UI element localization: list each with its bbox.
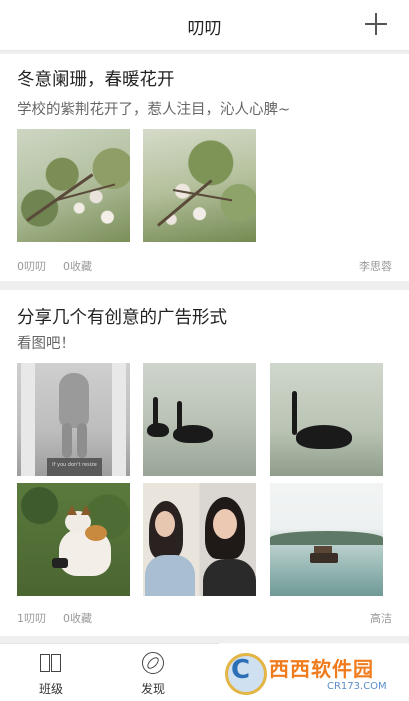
watermark: C 西西软件园 CR173.COM xyxy=(219,643,409,700)
post-subtitle: 学校的紫荆花开了，惹人注目，沁人心脾~ xyxy=(17,102,291,118)
photo-caption: If you don't resize xyxy=(52,462,97,468)
post-photo[interactable] xyxy=(143,483,256,596)
post-photo[interactable] xyxy=(17,483,130,596)
favorite-count[interactable]: 0收藏 xyxy=(63,258,92,274)
post-photo[interactable]: If you don't resize xyxy=(17,363,130,476)
post-author: 高洁 xyxy=(370,612,392,625)
post-subtitle: 看图吧！ xyxy=(17,336,75,352)
post-card[interactable]: 冬意阑珊，春暖花开 学校的紫荆花开了，惹人注目，沁人心脾~ 0叨叨 0收藏 李思… xyxy=(0,54,409,281)
post-photo[interactable] xyxy=(270,483,383,596)
watermark-url: CR173.COM xyxy=(327,681,387,692)
post-card[interactable]: 分享几个有创意的广告形式 看图吧！ If you don't resize 1叨… xyxy=(0,290,409,636)
tab-discover[interactable]: 发现 xyxy=(102,644,204,701)
tab-label: 班级 xyxy=(38,682,63,696)
favorite-count[interactable]: 0收藏 xyxy=(63,610,92,626)
watermark-brand: 西西软件园 xyxy=(269,657,374,681)
compass-icon xyxy=(142,652,166,676)
book-columns-icon xyxy=(40,652,64,676)
post-photo[interactable] xyxy=(143,363,256,476)
tab-class[interactable]: 班级 xyxy=(0,644,102,701)
top-bar: 叨叨 xyxy=(0,0,409,51)
post-photo[interactable] xyxy=(270,363,383,476)
post-photo[interactable] xyxy=(143,129,256,242)
comment-count[interactable]: 0叨叨 xyxy=(17,258,46,274)
comment-count[interactable]: 1叨叨 xyxy=(17,610,46,626)
add-post-button[interactable] xyxy=(365,13,387,35)
page-title: 叨叨 xyxy=(187,19,222,39)
post-title: 冬意阑珊，春暖花开 xyxy=(17,70,175,90)
post-author: 李思蓉 xyxy=(359,260,392,273)
tab-label: 发现 xyxy=(140,682,165,696)
post-title: 分享几个有创意的广告形式 xyxy=(17,308,227,328)
post-photo[interactable] xyxy=(17,129,130,242)
